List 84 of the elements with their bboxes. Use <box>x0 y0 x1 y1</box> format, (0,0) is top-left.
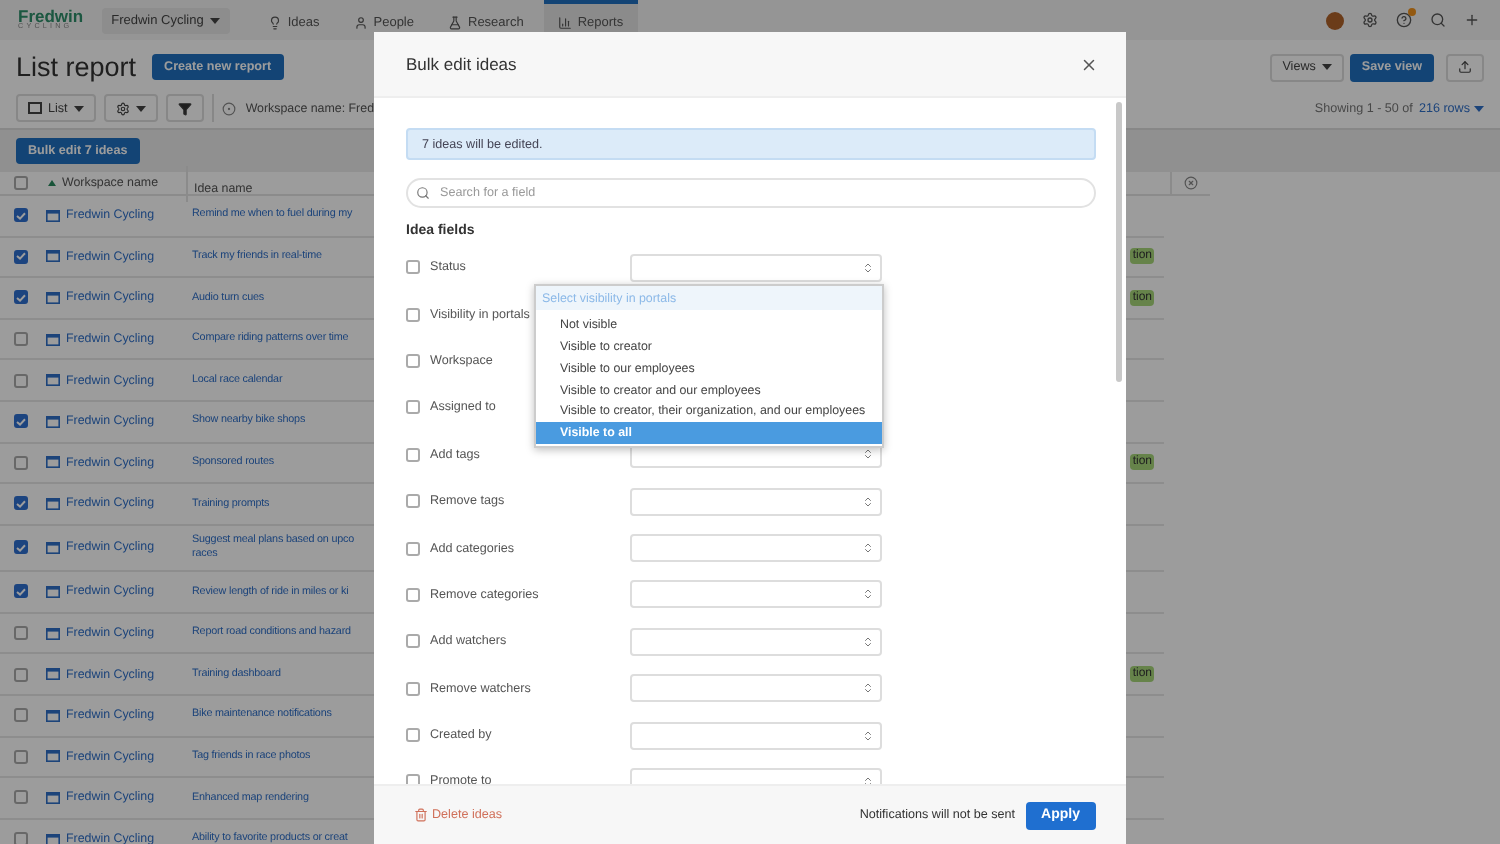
checkbox[interactable] <box>14 332 28 347</box>
checkbox[interactable] <box>406 634 420 649</box>
window-icon <box>46 791 60 804</box>
close-button[interactable] <box>1080 55 1098 73</box>
checkbox[interactable] <box>406 774 420 784</box>
caret-icon <box>1474 105 1484 111</box>
window-icon <box>46 497 60 510</box>
checkbox[interactable] <box>14 667 28 682</box>
checkbox[interactable] <box>14 414 28 429</box>
checkbox[interactable] <box>406 681 420 696</box>
checkbox[interactable] <box>14 832 28 844</box>
select-field[interactable] <box>630 253 882 282</box>
select-field[interactable] <box>630 721 882 750</box>
select-field[interactable] <box>630 534 882 563</box>
checkbox[interactable] <box>14 790 28 805</box>
column-settings-icon[interactable] <box>1184 176 1198 190</box>
checkbox[interactable] <box>406 260 420 275</box>
select-field[interactable] <box>630 487 882 516</box>
logo-name: Fredwin <box>18 7 84 25</box>
avatar[interactable] <box>1326 11 1344 29</box>
caret-icon <box>1321 64 1332 70</box>
window-icon <box>46 833 60 844</box>
dialog-title: Bulk edit ideas <box>406 54 517 74</box>
select-field[interactable] <box>630 627 882 656</box>
target-icon <box>221 101 236 115</box>
checkbox[interactable] <box>406 587 420 602</box>
share-icon <box>1458 60 1472 74</box>
person-icon <box>353 15 368 29</box>
checkbox[interactable] <box>14 208 28 223</box>
caret-icon <box>135 105 146 111</box>
trash-icon <box>414 808 428 822</box>
checkbox[interactable] <box>14 455 28 470</box>
checkbox[interactable] <box>406 728 420 743</box>
close-icon <box>1080 55 1098 73</box>
window-icon <box>46 374 60 387</box>
checkbox[interactable] <box>406 494 420 509</box>
bar-chart-icon <box>557 15 572 29</box>
checkbox[interactable] <box>14 540 28 555</box>
select-field[interactable] <box>630 580 882 609</box>
plus-icon[interactable] <box>1464 12 1480 28</box>
window-icon <box>46 291 60 304</box>
checkbox[interactable] <box>14 290 28 305</box>
caret-icon <box>209 17 220 23</box>
scrollbar[interactable] <box>1116 102 1122 382</box>
window-icon <box>46 627 60 640</box>
window-icon <box>46 333 60 346</box>
list-icon <box>28 102 42 114</box>
checkbox[interactable] <box>14 249 28 264</box>
search-icon <box>416 186 430 200</box>
checkbox[interactable] <box>406 353 420 368</box>
checkbox[interactable] <box>406 307 420 322</box>
checkbox[interactable] <box>14 496 28 511</box>
checkbox[interactable] <box>406 400 420 415</box>
checkbox[interactable] <box>14 749 28 764</box>
checkbox[interactable] <box>14 373 28 388</box>
window-icon <box>46 585 60 598</box>
window-icon <box>46 541 60 554</box>
checkbox[interactable] <box>14 626 28 641</box>
help-icon[interactable] <box>1396 12 1412 28</box>
checkbox[interactable] <box>406 447 420 462</box>
window-icon <box>46 668 60 681</box>
window-icon <box>46 209 60 222</box>
lightbulb-icon <box>267 15 282 29</box>
search-icon[interactable] <box>1430 12 1446 28</box>
checkbox[interactable] <box>14 708 28 723</box>
filter-button[interactable] <box>165 94 204 122</box>
share-button[interactable] <box>1446 53 1484 81</box>
checkbox[interactable] <box>14 584 28 599</box>
window-icon <box>46 456 60 469</box>
window-icon <box>46 250 60 263</box>
sort-icon[interactable] <box>48 180 56 186</box>
caret-icon <box>73 105 84 111</box>
window-icon <box>46 709 60 722</box>
window-icon <box>46 750 60 763</box>
settings-button[interactable] <box>103 94 158 122</box>
checkbox[interactable] <box>406 541 420 556</box>
settings-icon <box>115 101 130 115</box>
filter-icon <box>177 101 192 115</box>
flask-icon <box>448 15 462 29</box>
settings-icon[interactable] <box>1362 12 1378 28</box>
page-title: List report <box>16 52 137 82</box>
checkbox[interactable] <box>14 176 28 190</box>
window-icon <box>46 415 60 428</box>
select-field[interactable] <box>630 674 882 703</box>
